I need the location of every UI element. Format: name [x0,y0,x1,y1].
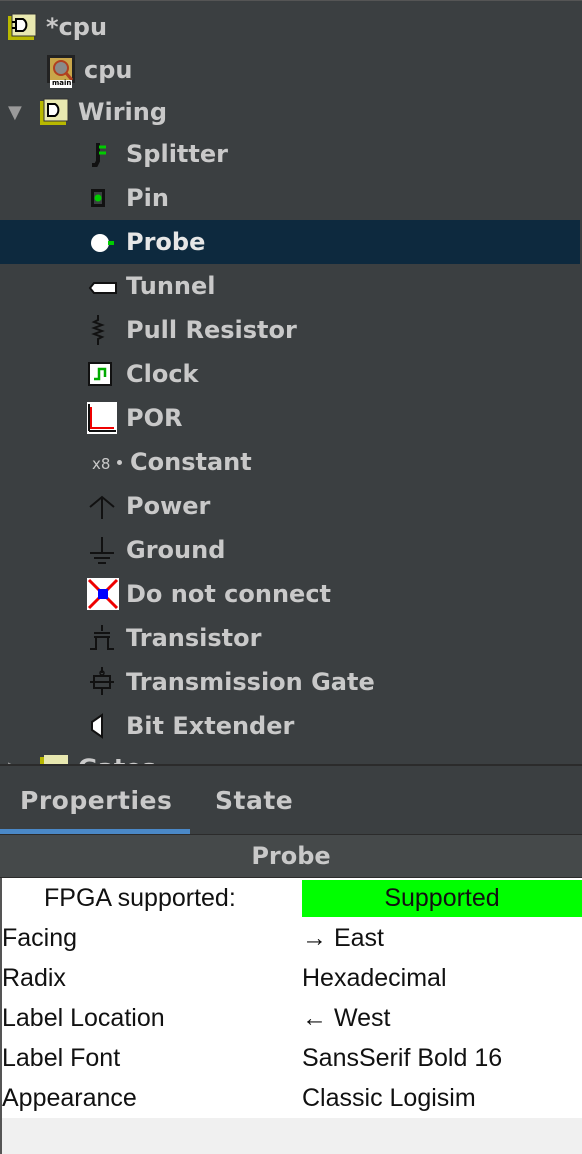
properties-table: FPGA supported: Supported Facing → East … [0,878,582,1154]
tab-state[interactable]: State [215,766,293,834]
tree-item-label: Pull Resistor [126,316,297,344]
tree-item-label: Splitter [126,140,228,168]
fpga-supported-badge: Supported [302,880,582,917]
property-key: Label Font [2,1044,121,1072]
property-row[interactable]: Radix Hexadecimal [2,958,582,998]
tab-properties[interactable]: Properties [20,766,172,834]
por-icon [86,401,120,435]
tree-item-pin[interactable]: Pin [86,176,582,220]
clock-icon [86,357,120,391]
tree-item-bit-extender[interactable]: Bit Extender [86,704,582,748]
tree-item-label: Do not connect [126,580,332,608]
property-row[interactable]: Label Font SansSerif Bold 16 [2,1038,582,1078]
tree-item-transmission-gate[interactable]: Transmission Gate [86,660,582,704]
property-row[interactable]: Facing → East [2,918,582,958]
library-icon [38,95,72,129]
tree-item-probe[interactable]: Probe [0,220,580,264]
probe-icon [86,225,120,259]
tree-item-pull-resistor[interactable]: Pull Resistor [86,308,582,352]
properties-title: Probe [0,835,582,878]
constant-icon: x8 [86,445,124,479]
tree-root-cpu[interactable]: *cpu [6,5,582,49]
tree-folder-wiring-label: Wiring [78,98,168,126]
tree-item-transistor[interactable]: Transistor [86,616,582,660]
property-value[interactable]: Hexadecimal [302,958,447,998]
tree-item-constant[interactable]: x8 Constant [86,440,582,484]
tree-item-do-not-connect[interactable]: Do not connect [86,572,582,616]
property-row-fpga: FPGA supported: Supported [2,878,582,918]
transmission-gate-icon [86,665,120,699]
folder-icon [38,751,72,765]
tree-item-tunnel[interactable]: Tunnel [86,264,582,308]
main-caption: main [52,79,72,87]
bit-extender-icon [86,709,120,743]
chevron-down-icon[interactable]: ▼ [8,102,38,123]
tree-item-label: Clock [126,360,199,388]
property-key: Label Location [2,1004,165,1032]
tree-item-ground[interactable]: Ground [86,528,582,572]
do-not-connect-icon [86,577,120,611]
tree-item-label: Transistor [126,624,262,652]
property-key: Radix [2,964,66,992]
tree-item-label: Bit Extender [126,712,295,740]
tree-item-label: Tunnel [126,272,216,300]
component-tree[interactable]: *cpu main cpu ▼ Wiring Splitter Pin Prob… [0,0,582,765]
tree-item-clock[interactable]: Clock [86,352,582,396]
tree-item-por[interactable]: POR [86,396,582,440]
tree-item-cpu-label: cpu [84,56,133,84]
tab-bar: Properties State [0,766,582,834]
tree-item-label: Constant [130,448,252,476]
tree-item-label: POR [126,404,183,432]
power-icon [86,489,120,523]
transistor-icon [86,621,120,655]
tree-item-label: Power [126,492,211,520]
tree-item-label: Ground [126,536,226,564]
property-row[interactable]: Appearance Classic Logisim [2,1078,582,1118]
tree-root-label: *cpu [46,13,108,41]
property-row[interactable]: Label Location ← West [2,998,582,1038]
tree-item-label: Transmission Gate [126,668,375,696]
splitter-icon [86,137,120,171]
pull-resistor-icon [86,313,120,347]
main-circuit-icon: main [44,53,78,88]
property-value[interactable]: → East [302,918,384,958]
property-key: Facing [2,924,78,952]
property-key: Appearance [2,1084,137,1112]
tunnel-icon [86,269,120,303]
tree-item-label: Pin [126,184,169,212]
tree-folder-gates[interactable]: ▶ Gates [6,746,582,765]
tree-item-splitter[interactable]: Splitter [86,132,582,176]
property-value[interactable]: Classic Logisim [302,1078,476,1118]
property-value[interactable]: SansSerif Bold 16 [302,1038,502,1078]
property-value[interactable]: ← West [302,998,390,1038]
pin-icon [86,181,120,215]
constant-icon-text: x8 [92,455,111,473]
circuit-icon [6,10,40,44]
tree-item-cpu[interactable]: main cpu [44,48,582,92]
tree-item-label: Probe [126,228,206,256]
tree-folder-wiring[interactable]: ▼ Wiring [6,90,582,134]
ground-icon [86,533,120,567]
property-key: FPGA supported: [44,884,236,912]
tree-item-power[interactable]: Power [86,484,582,528]
